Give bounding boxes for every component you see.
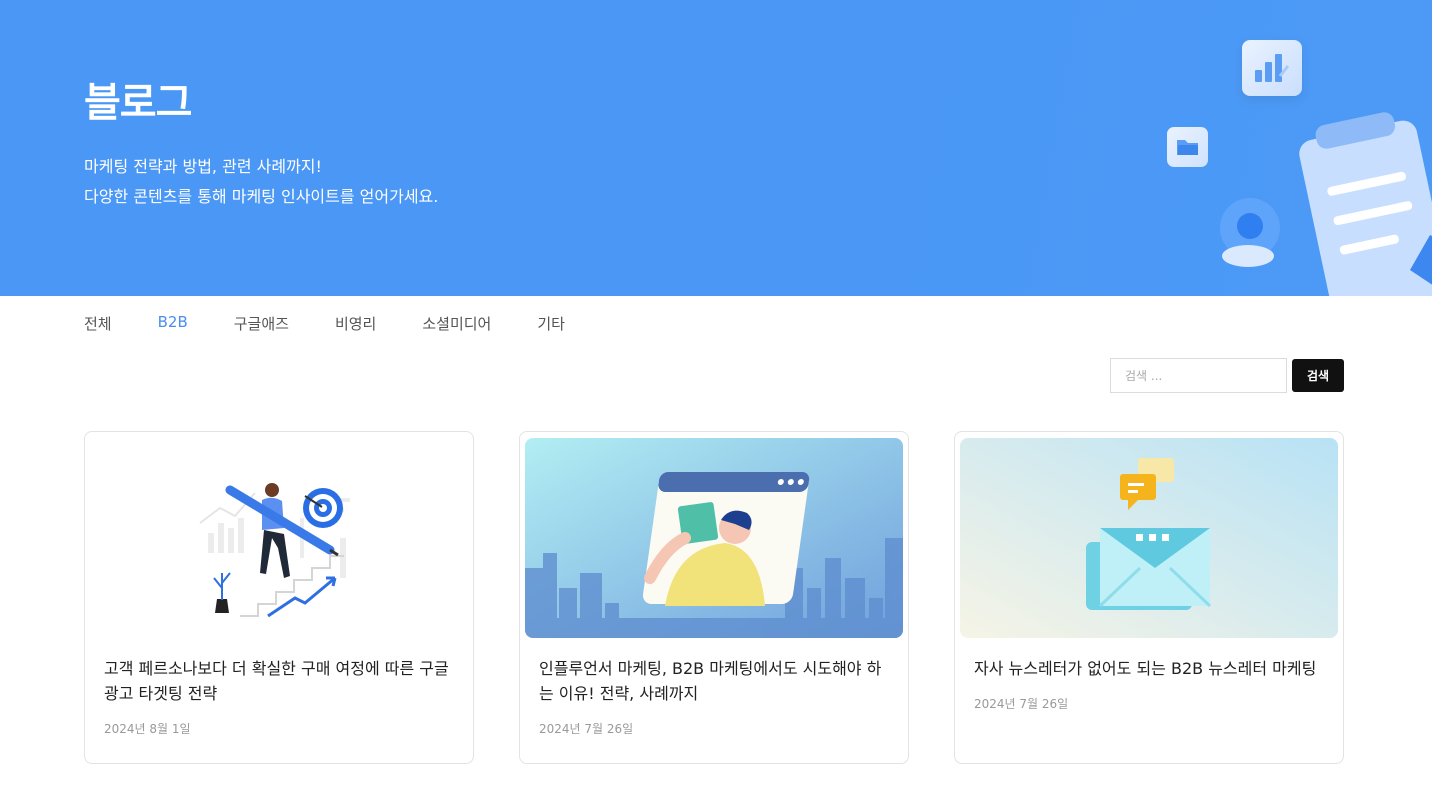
bar-chart-icon	[1242, 40, 1302, 96]
hero-subtitle-line2: 다양한 콘텐츠를 통해 마케팅 인사이트를 얻어가세요.	[84, 187, 439, 206]
post-title[interactable]: 고객 페르소나보다 더 확실한 구매 여정에 따른 구글 광고 타겟팅 전략	[104, 656, 454, 706]
user-avatar-icon	[1218, 196, 1282, 268]
clipboard-icon	[1290, 100, 1432, 296]
folder-icon	[1167, 127, 1208, 167]
post-card[interactable]: 고객 페르소나보다 더 확실한 구매 여정에 따른 구글 광고 타겟팅 전략 2…	[84, 431, 474, 764]
page-title: 블로그	[84, 80, 192, 126]
hero-banner: 블로그 마케팅 전략과 방법, 관련 사례까지! 다양한 콘텐츠를 통해 마케팅…	[0, 0, 1432, 296]
post-title[interactable]: 자사 뉴스레터가 없어도 되는 B2B 뉴스레터 마케팅	[974, 656, 1324, 681]
search-button[interactable]: 검색	[1292, 359, 1344, 392]
category-tabs: 전체 B2B 구글애즈 비영리 소셜미디어 기타	[84, 313, 611, 335]
search-input[interactable]	[1110, 358, 1287, 393]
post-date: 2024년 7월 26일	[974, 697, 1069, 711]
hero-subtitle-line1: 마케팅 전략과 방법, 관련 사례까지!	[84, 157, 322, 176]
tab-b2b[interactable]: B2B	[158, 313, 188, 335]
tab-social-media[interactable]: 소셜미디어	[422, 313, 491, 335]
post-date: 2024년 7월 26일	[539, 722, 634, 736]
tab-google-ads[interactable]: 구글애즈	[234, 313, 289, 335]
tab-etc[interactable]: 기타	[537, 313, 565, 335]
post-date: 2024년 8월 1일	[104, 722, 191, 736]
post-card[interactable]: 자사 뉴스레터가 없어도 되는 B2B 뉴스레터 마케팅 2024년 7월 26…	[954, 431, 1344, 764]
post-thumbnail	[525, 438, 903, 638]
tab-nonprofit[interactable]: 비영리	[335, 313, 376, 335]
post-thumbnail	[90, 438, 468, 638]
post-thumbnail	[960, 438, 1338, 638]
post-card[interactable]: 인플루언서 마케팅, B2B 마케팅에서도 시도해야 하는 이유! 전략, 사례…	[519, 431, 909, 764]
tab-all[interactable]: 전체	[84, 313, 112, 335]
post-title[interactable]: 인플루언서 마케팅, B2B 마케팅에서도 시도해야 하는 이유! 전략, 사례…	[539, 656, 889, 706]
